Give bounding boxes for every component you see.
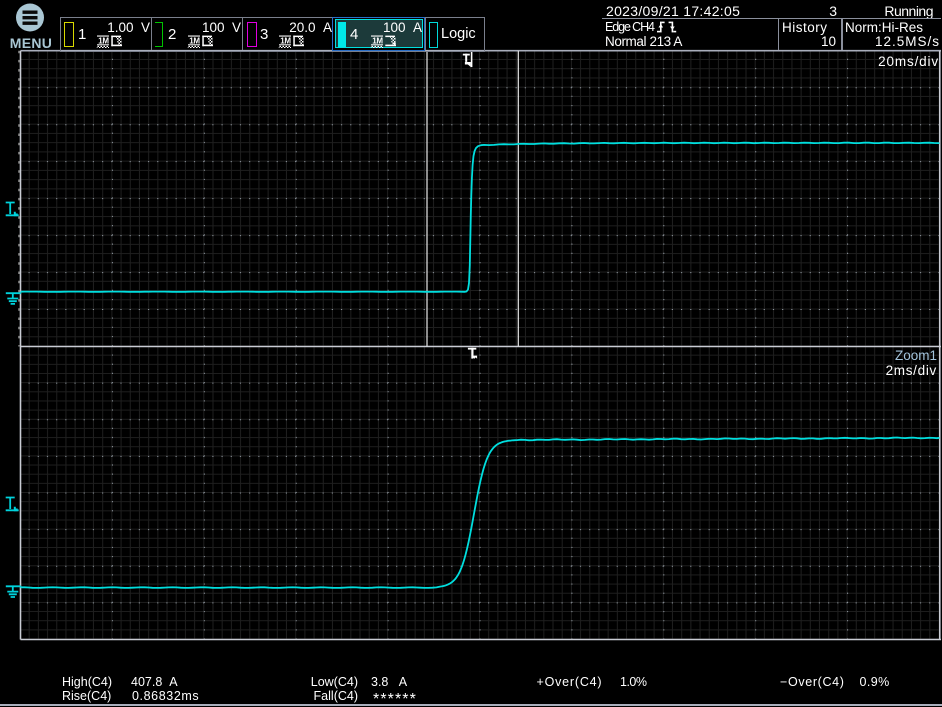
svg-text:1M: 1M [372,36,383,45]
svg-text:1M: 1M [98,36,109,45]
svg-text:1M: 1M [280,36,291,45]
svg-text:1M: 1M [189,36,200,45]
